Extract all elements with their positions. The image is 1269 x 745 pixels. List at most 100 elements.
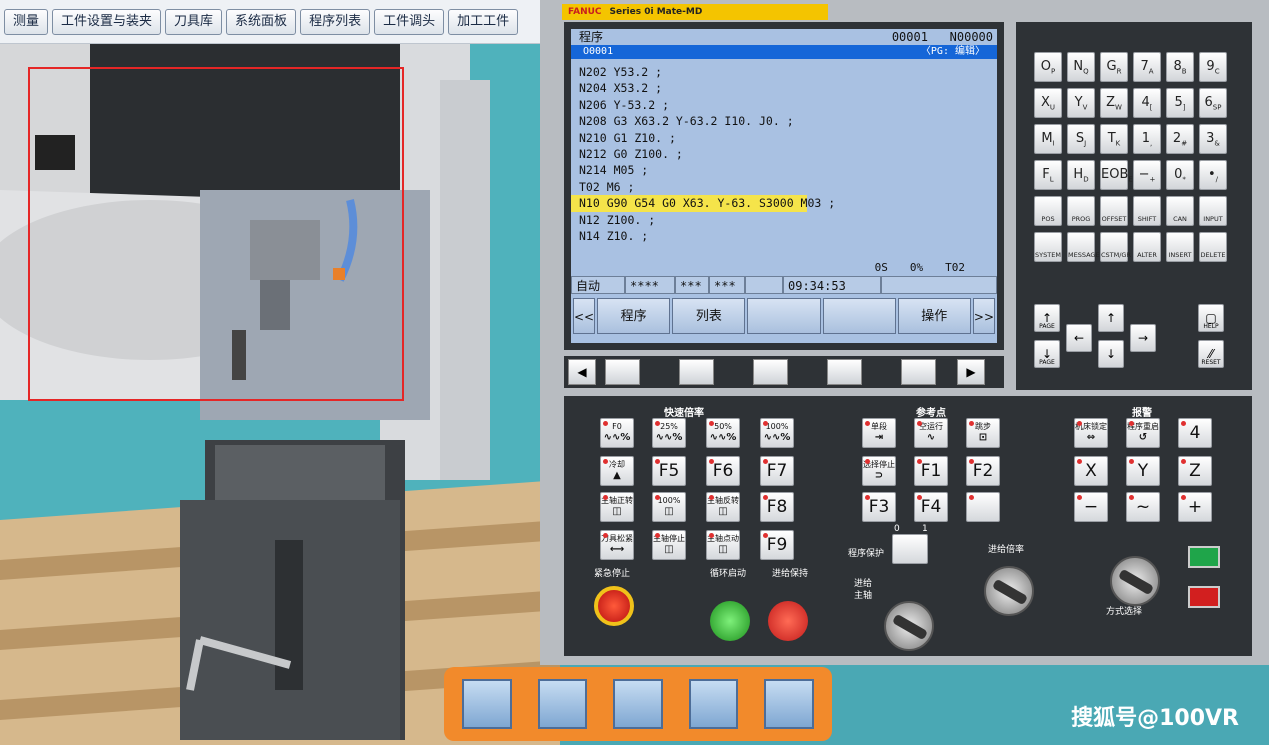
mdi-key[interactable]: ALTER: [1133, 232, 1161, 262]
rapid-f0-button[interactable]: F0 ∿∿%: [600, 418, 634, 448]
view-xz-button[interactable]: [462, 679, 512, 729]
toolbar-workpiece-setup[interactable]: 工件设置与装夹: [52, 9, 162, 35]
mdi-key[interactable]: TK: [1100, 124, 1128, 154]
green-indicator[interactable]: [1188, 546, 1220, 568]
mdi-key[interactable]: SJ: [1067, 124, 1095, 154]
mdi-key[interactable]: 1,: [1133, 124, 1161, 154]
f5-button[interactable]: F5: [652, 456, 686, 486]
mdi-key[interactable]: 8B: [1166, 52, 1194, 82]
spindle-override-dial[interactable]: [884, 601, 934, 651]
jog-rapid-button[interactable]: ~: [1126, 492, 1160, 522]
single-block-button[interactable]: 单段 ⇥: [862, 418, 896, 448]
toolbar-program-list[interactable]: 程序列表: [300, 9, 371, 35]
f7-button[interactable]: F7: [760, 456, 794, 486]
blank-button[interactable]: [966, 492, 1000, 522]
softkey-next[interactable]: >>: [972, 298, 995, 334]
mdi-key[interactable]: YV: [1067, 88, 1095, 118]
cursor-up-key[interactable]: ↑: [1098, 304, 1124, 332]
view-yz-button[interactable]: [613, 679, 663, 729]
mdi-key[interactable]: 7A: [1133, 52, 1161, 82]
mdi-key[interactable]: NQ: [1067, 52, 1095, 82]
mdi-key[interactable]: INSERT: [1166, 232, 1194, 262]
sk-right-arrow[interactable]: ▶: [957, 359, 985, 385]
axis-x-button[interactable]: X: [1074, 456, 1108, 486]
mdi-key[interactable]: 6SP: [1199, 88, 1227, 118]
optional-stop-button[interactable]: 选择停止 ⊃: [862, 456, 896, 486]
toolbar-workpiece-flip[interactable]: 工件调头: [374, 9, 445, 35]
mdi-key[interactable]: FL: [1034, 160, 1062, 190]
axis-4-button[interactable]: 4: [1178, 418, 1212, 448]
axis-z-button[interactable]: Z: [1178, 456, 1212, 486]
feed-hold-button[interactable]: [768, 601, 808, 641]
spindle-ccw-button[interactable]: 主轴反转 ◫: [706, 492, 740, 522]
reset-key[interactable]: ⁄⁄ RESET: [1198, 340, 1224, 368]
mdi-key[interactable]: DELETE: [1199, 232, 1227, 262]
mdi-key[interactable]: 5]: [1166, 88, 1194, 118]
sk-btn-1[interactable]: [605, 359, 640, 385]
mdi-key[interactable]: SHIFT: [1133, 196, 1161, 226]
spindle-100-button[interactable]: 100% ◫: [652, 492, 686, 522]
page-down-key[interactable]: ↓ PAGE: [1034, 340, 1060, 368]
f9-button[interactable]: F9: [760, 530, 794, 560]
axis-y-button[interactable]: Y: [1126, 456, 1160, 486]
softkey-prev[interactable]: <<: [573, 298, 596, 334]
mdi-key[interactable]: MI: [1034, 124, 1062, 154]
f1-button[interactable]: F1: [914, 456, 948, 486]
mdi-key[interactable]: 9C: [1199, 52, 1227, 82]
rapid-100-button[interactable]: 100% ∿∿%: [760, 418, 794, 448]
sk-btn-4[interactable]: [827, 359, 862, 385]
rapid-25-button[interactable]: 25% ∿∿%: [652, 418, 686, 448]
program-restart-button[interactable]: 程序重启 ↺: [1126, 418, 1160, 448]
mdi-key[interactable]: 4[: [1133, 88, 1161, 118]
program-protect-key[interactable]: [892, 534, 928, 564]
toolbar-system-panel[interactable]: 系统面板: [226, 9, 297, 35]
f8-button[interactable]: F8: [760, 492, 794, 522]
mdi-key[interactable]: CSTM/GR: [1100, 232, 1131, 262]
coolant-button[interactable]: 冷却 ▲: [600, 456, 634, 486]
cursor-left-key[interactable]: ←: [1066, 324, 1092, 352]
cursor-down-key[interactable]: ↓: [1098, 340, 1124, 368]
mdi-key[interactable]: GR: [1100, 52, 1128, 82]
mdi-key[interactable]: HD: [1067, 160, 1095, 190]
machine-3d-view[interactable]: 测量 工件设置与装夹 刀具库 系统面板 程序列表 工件调头 加工工件: [0, 0, 560, 745]
cursor-right-key[interactable]: →: [1130, 324, 1156, 352]
jog-minus-button[interactable]: −: [1074, 492, 1108, 522]
toolbar-measure[interactable]: 测量: [4, 9, 49, 35]
mode-select-dial[interactable]: [1110, 556, 1160, 606]
f6-button[interactable]: F6: [706, 456, 740, 486]
mdi-key[interactable]: OFFSET: [1100, 196, 1128, 226]
mdi-key[interactable]: POS: [1034, 196, 1062, 226]
mdi-key[interactable]: EOBE: [1100, 160, 1133, 190]
view-xy-button[interactable]: [537, 679, 588, 729]
mdi-key[interactable]: SYSTEM: [1034, 232, 1062, 262]
mdi-key[interactable]: MESSAGE: [1067, 232, 1100, 262]
mdi-key[interactable]: 2#: [1166, 124, 1194, 154]
mdi-key[interactable]: •/: [1199, 160, 1227, 190]
spindle-cw-button[interactable]: 主轴正转 ◫: [600, 492, 634, 522]
f3-button[interactable]: F3: [862, 492, 896, 522]
help-key[interactable]: ▢ HELP: [1198, 304, 1224, 332]
mdi-key[interactable]: ZW: [1100, 88, 1128, 118]
machine-view-button[interactable]: [764, 679, 814, 729]
machine-lock-button[interactable]: 机床锁定 ⇔: [1074, 418, 1108, 448]
mdi-key[interactable]: OP: [1034, 52, 1062, 82]
softkey-program[interactable]: 程序: [597, 298, 671, 334]
feed-override-dial[interactable]: [984, 566, 1034, 616]
mdi-key[interactable]: PROG: [1067, 196, 1095, 226]
spindle-stop-button[interactable]: 主轴停止 ◫: [652, 530, 686, 560]
mdi-key[interactable]: CAN: [1166, 196, 1194, 226]
f4-button[interactable]: F4: [914, 492, 948, 522]
sk-btn-3[interactable]: [753, 359, 788, 385]
softkey-operate[interactable]: 操作: [897, 298, 971, 334]
mdi-key[interactable]: INPUT: [1199, 196, 1227, 226]
mdi-key[interactable]: XU: [1034, 88, 1062, 118]
emergency-stop-button[interactable]: [594, 586, 634, 626]
mdi-key[interactable]: 0*: [1166, 160, 1194, 190]
softkey-list[interactable]: 列表: [672, 298, 746, 334]
tool-clamp-button[interactable]: 刀具松紧 ⟷: [600, 530, 634, 560]
rapid-50-button[interactable]: 50% ∿∿%: [706, 418, 740, 448]
cycle-start-button[interactable]: [710, 601, 750, 641]
mdi-key[interactable]: 3&: [1199, 124, 1227, 154]
toolbar-machine-workpiece[interactable]: 加工工件: [448, 9, 519, 35]
mdi-key[interactable]: −+: [1133, 160, 1161, 190]
